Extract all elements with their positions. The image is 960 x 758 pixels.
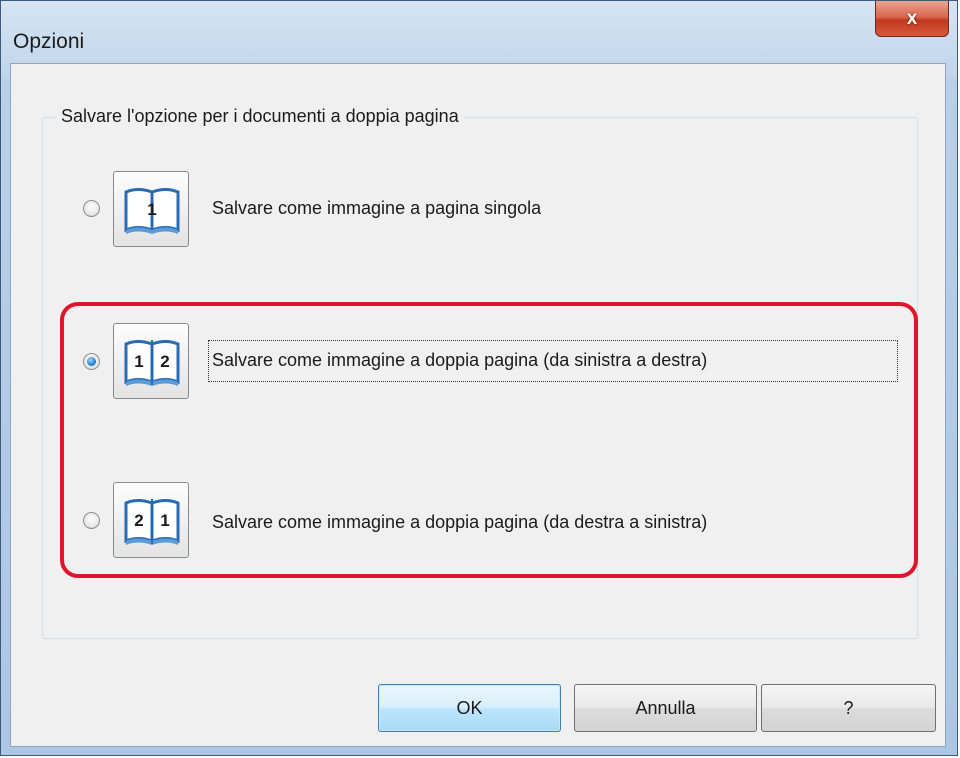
dialog-title: Opzioni bbox=[13, 30, 85, 53]
single-page-button[interactable]: 1 bbox=[113, 171, 189, 247]
help-button[interactable]: ? bbox=[761, 684, 936, 732]
red-highlight-annotation bbox=[60, 302, 918, 578]
ok-button[interactable]: OK bbox=[378, 684, 561, 732]
options-dialog: Opzioni x Salvare l'opzione per i docume… bbox=[0, 0, 958, 756]
book-single-page-icon: 1 bbox=[124, 188, 180, 234]
radio-single-page[interactable] bbox=[83, 200, 100, 217]
dialog-body: Salvare l'opzione per i documenti a dopp… bbox=[10, 63, 946, 747]
close-icon: x bbox=[906, 7, 918, 29]
close-button[interactable]: x bbox=[875, 1, 949, 37]
group-title: Salvare l'opzione per i documenti a dopp… bbox=[56, 106, 464, 127]
option-label-single-page: Salvare come immagine a pagina singola bbox=[212, 198, 542, 218]
cancel-button[interactable]: Annulla bbox=[574, 684, 757, 732]
single-page-icon-number: 1 bbox=[147, 200, 156, 219]
option-single-page: 1 Salvare come immagine a pagina singola bbox=[11, 164, 945, 254]
